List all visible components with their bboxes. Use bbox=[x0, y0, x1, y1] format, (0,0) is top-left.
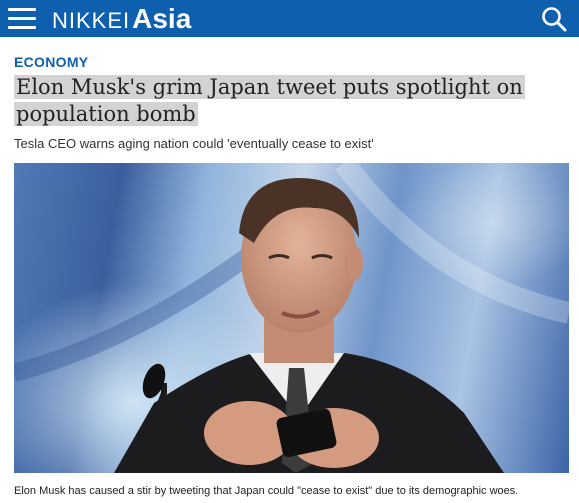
logo-asia-text: Asia bbox=[132, 3, 192, 34]
photo-caption: Elon Musk has caused a stir by tweeting … bbox=[14, 485, 519, 497]
search-icon[interactable] bbox=[541, 6, 567, 32]
logo-nikkei-text: NIKKEI bbox=[52, 8, 131, 33]
section-label[interactable]: ECONOMY bbox=[14, 54, 88, 70]
nikkei-asia-logo[interactable]: NIKKEIAsia bbox=[52, 0, 191, 37]
article-headline: Elon Musk's grim Japan tweet puts spotli… bbox=[14, 74, 574, 128]
top-navigation-bar: NIKKEIAsia bbox=[0, 0, 579, 37]
hamburger-menu-icon[interactable] bbox=[8, 8, 36, 29]
headline-text: Elon Musk's grim Japan tweet puts spotli… bbox=[14, 75, 525, 126]
photo-illustration bbox=[14, 163, 569, 473]
article-subheadline: Tesla CEO warns aging nation could 'even… bbox=[14, 136, 374, 151]
article-photo bbox=[14, 163, 569, 473]
